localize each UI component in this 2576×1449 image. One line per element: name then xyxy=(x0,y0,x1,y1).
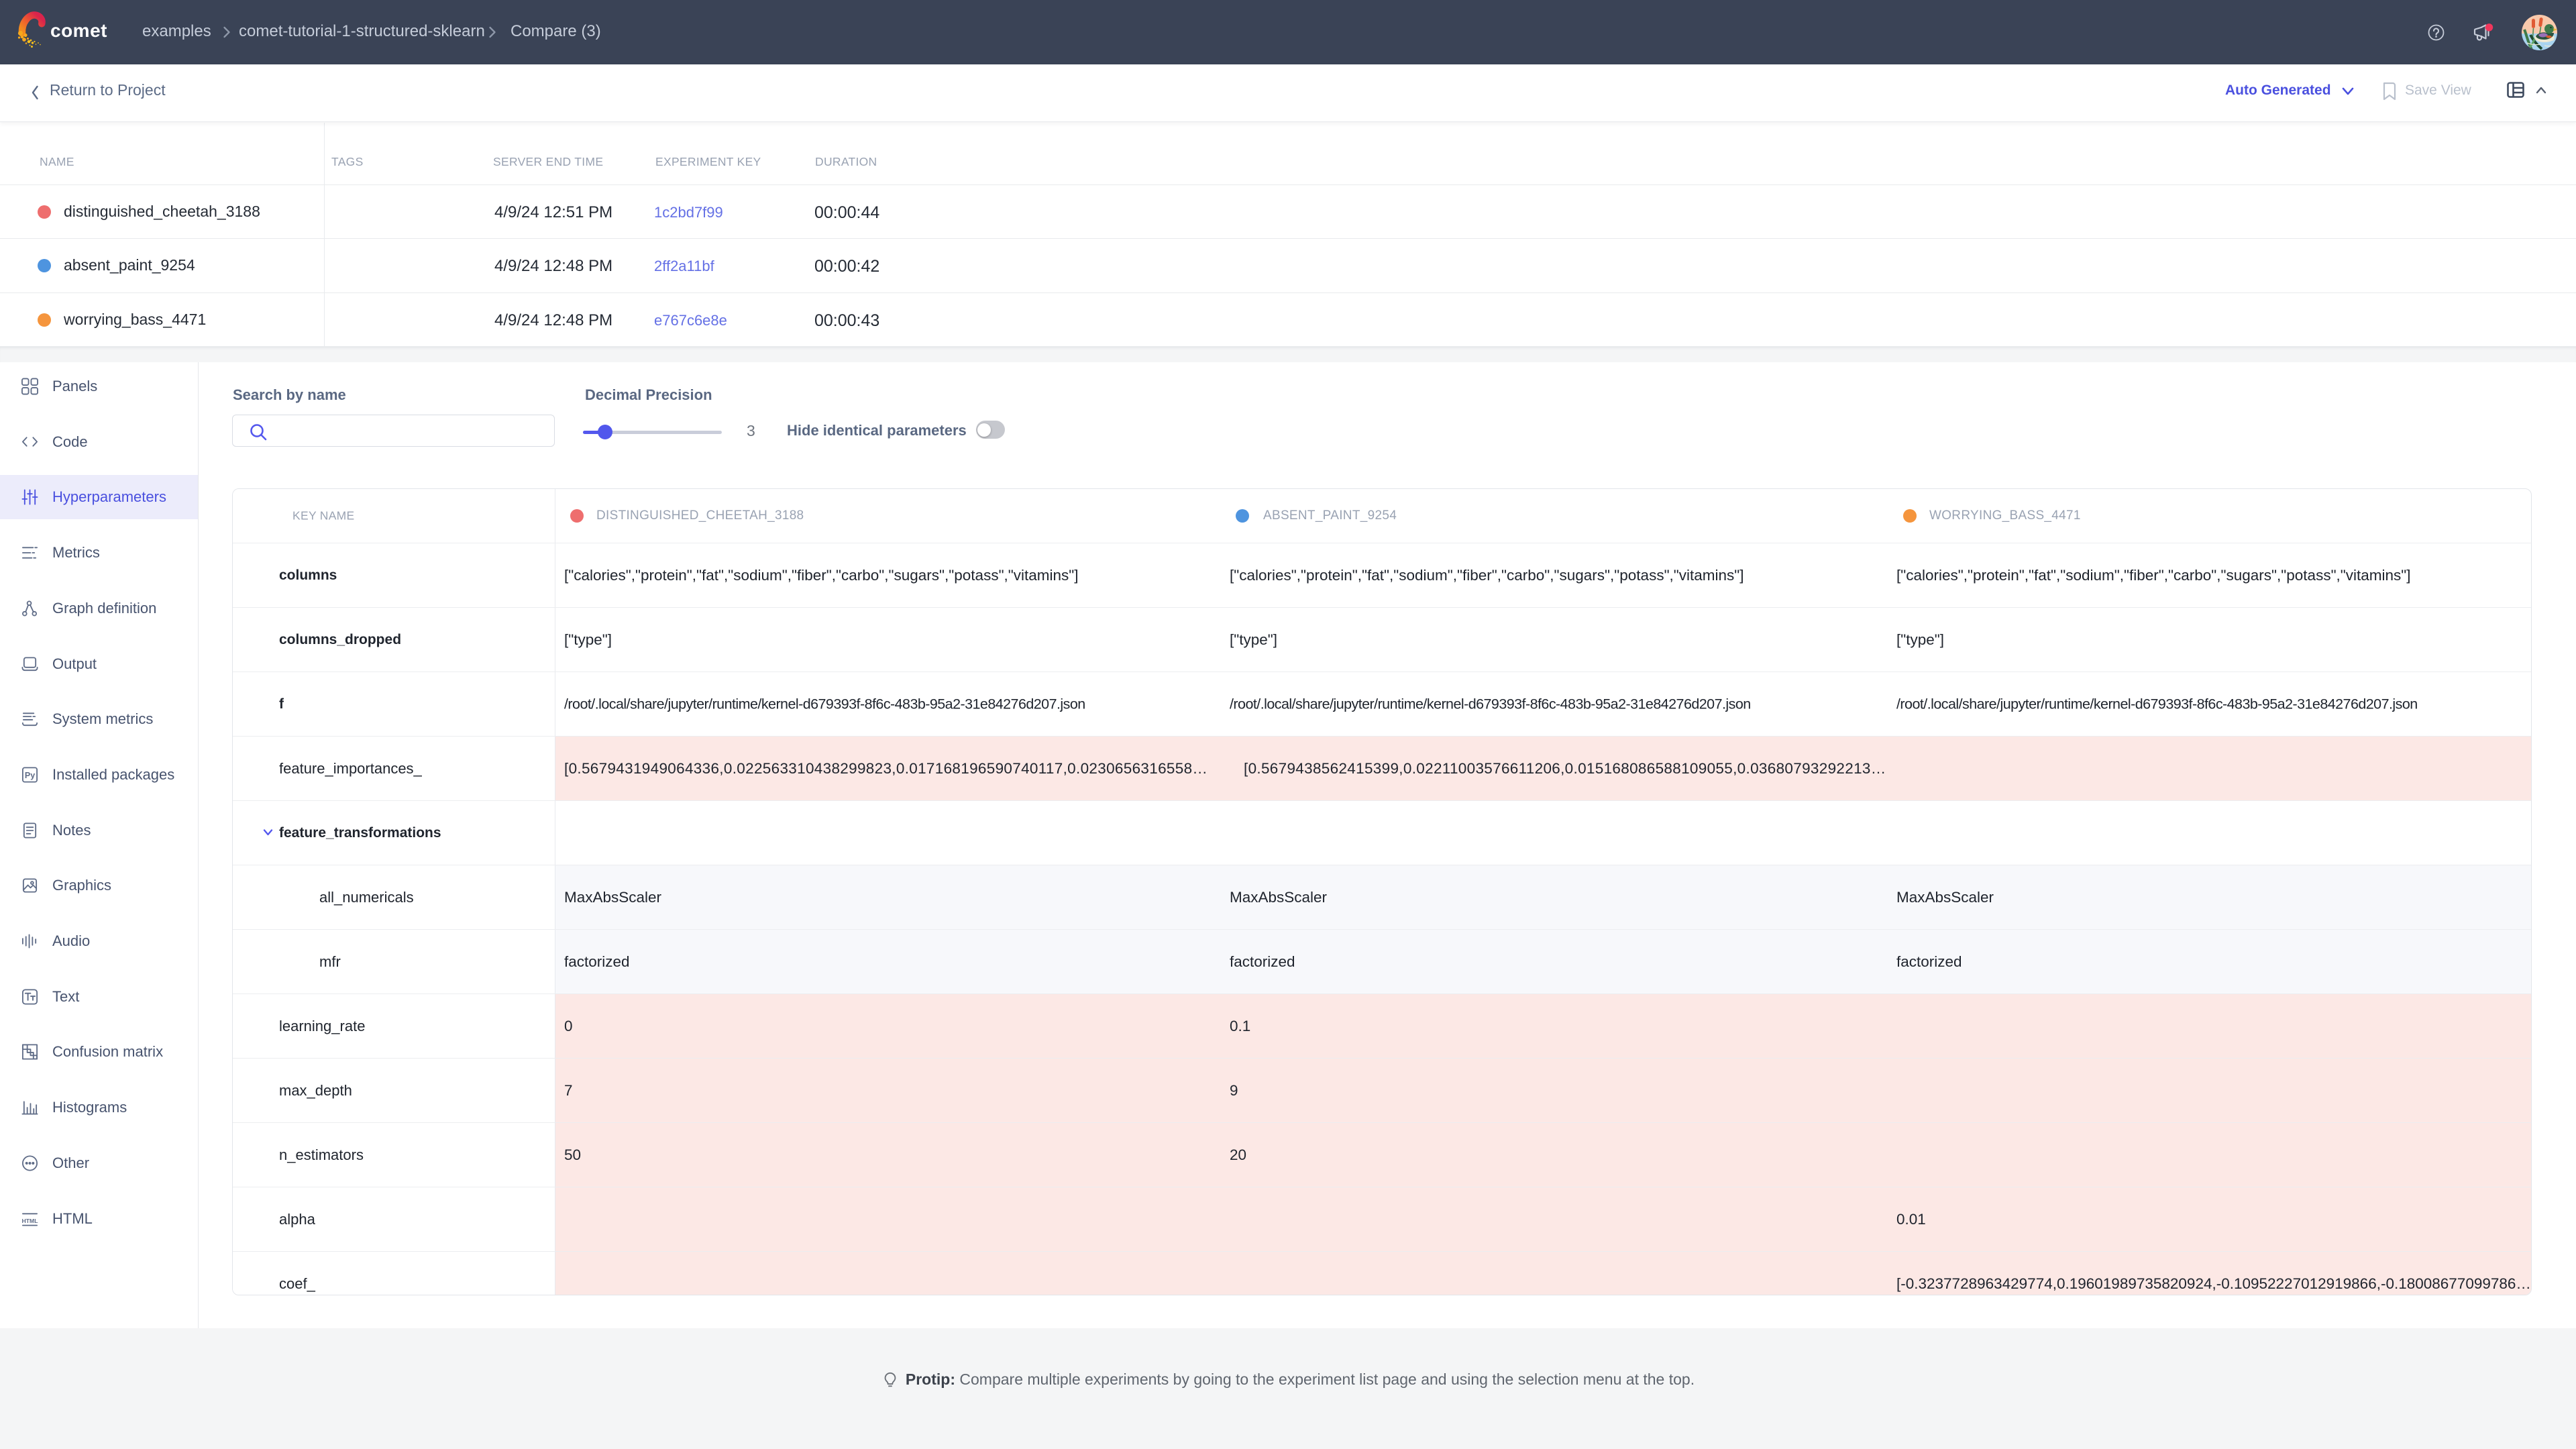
svg-text:Py: Py xyxy=(25,771,35,780)
svg-text:HTML: HTML xyxy=(21,1217,38,1224)
